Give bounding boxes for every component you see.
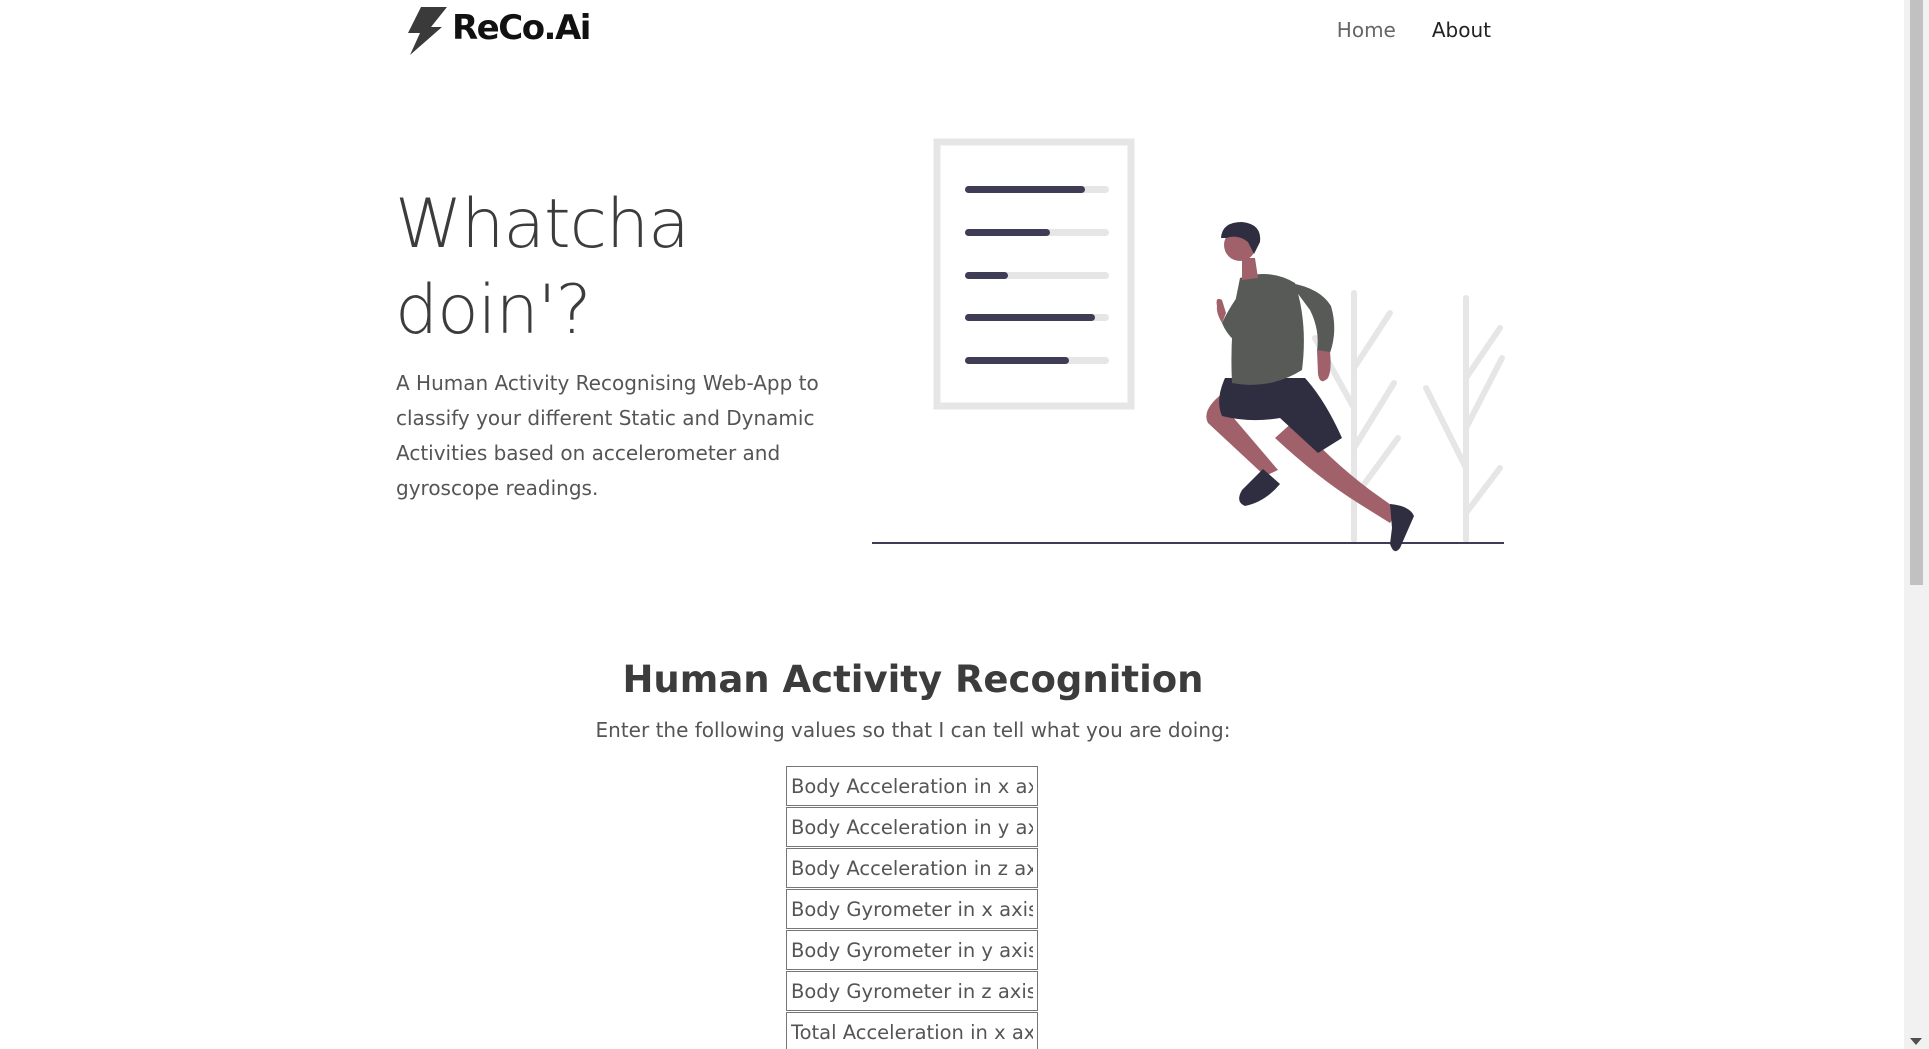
body-gyro-z-input[interactable] bbox=[786, 971, 1038, 1011]
form-subtitle: Enter the following values so that I can… bbox=[595, 718, 1231, 742]
form-title: Human Activity Recognition bbox=[622, 658, 1204, 701]
total-acc-x-input[interactable] bbox=[786, 1012, 1038, 1049]
body-acc-z-input[interactable] bbox=[786, 848, 1038, 888]
body-acc-x-input[interactable] bbox=[786, 766, 1038, 806]
plant-decoration bbox=[1312, 290, 1505, 543]
vertical-scrollbar[interactable] bbox=[1904, 0, 1929, 1049]
brand-logo[interactable]: ReCo.Ai bbox=[404, 5, 591, 55]
main-nav: Home About bbox=[1337, 18, 1491, 42]
runner-figure bbox=[1206, 222, 1414, 552]
body-gyro-y-input[interactable] bbox=[786, 930, 1038, 970]
scroll-down-arrow-icon[interactable] bbox=[1910, 1038, 1922, 1045]
hero-description: A Human Activity Recognising Web-App to … bbox=[396, 371, 819, 500]
scrollbar-thumb[interactable] bbox=[1910, 0, 1923, 585]
page: ReCo.Ai Home About Whatcha doin'? A Huma… bbox=[0, 0, 1904, 1049]
body-acc-y-input[interactable] bbox=[786, 807, 1038, 847]
hero-title-line1: Whatcha bbox=[395, 185, 690, 264]
running-man-illustration bbox=[872, 138, 1505, 552]
sensor-input-form bbox=[786, 766, 1038, 1049]
body-gyro-x-input[interactable] bbox=[786, 889, 1038, 929]
document-card bbox=[933, 138, 1135, 410]
nav-about-link[interactable]: About bbox=[1432, 18, 1491, 42]
nav-home-link[interactable]: Home bbox=[1337, 18, 1396, 42]
hero-title-line2: doin'? bbox=[395, 271, 592, 350]
lightning-bolt-icon bbox=[408, 7, 447, 55]
hero-title: Whatcha doin'? bbox=[395, 182, 815, 354]
brand-name: ReCo.Ai bbox=[452, 8, 591, 48]
